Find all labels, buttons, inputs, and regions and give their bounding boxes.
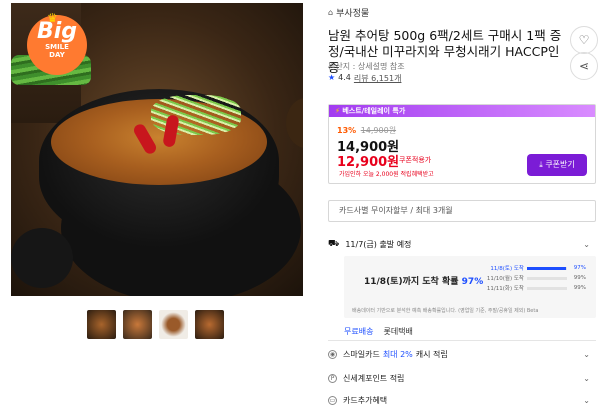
get-coupon-button[interactable]: ⤓ 쿠폰받기 [527,154,587,176]
price-box: ⚡ 베스트/테일레이 특가 13% 14,900원 14,900원 12,900… [328,104,596,184]
free-shipping[interactable]: 무료배송 [344,326,373,337]
shipping-eta-row[interactable]: ⛟ 11/7(금) 출발 예정 ⌄ [328,238,590,250]
benefit-label: 카드추가혜택 [343,395,388,405]
shipping-options: 무료배송 롯데택배 [344,326,413,337]
chevron-down-icon[interactable]: ⌄ [583,396,590,405]
discount-percent: 13% [337,126,357,135]
review-link[interactable]: 리뷰 6,151개 [354,73,402,84]
forecast-headline: 11/8(토)까지 도착 확률 97% [364,274,483,287]
benefit-suffix: 캐시 적립 [415,349,448,359]
shipping-eta: 11/7(금) 출발 예정 [345,239,412,249]
forecast-bar [527,276,567,280]
forecast-bar [527,286,567,290]
benefit-label: 신세계포인트 적립 [343,373,405,383]
product-main-image[interactable]: ♛ Big SMILE DAY [11,3,303,296]
chevron-down-icon[interactable]: ⌄ [583,374,590,383]
delivery-forecast: 11/8(토)까지 도착 확률 97% 11/8(토) 도착 97% 11/10… [344,256,596,318]
forecast-pct: 97% [573,265,586,271]
big-smile-day-badge: ♛ Big SMILE DAY [27,11,87,75]
forecast-pct: 99% [573,275,586,281]
forecast-date: 11/10(월) 도착 [486,276,524,282]
forecast-headline-pct: 97% [461,277,484,287]
side-dish [11,228,73,288]
best-deal-banner: ⚡ 베스트/테일레이 특가 [329,105,595,117]
forecast-bar [527,266,567,270]
forecast-headline-text: 11/8(토)까지 도착 확률 [364,277,459,287]
chevron-down-icon[interactable]: ⌄ [583,240,590,249]
forecast-pct: 99% [573,285,586,291]
discount-line: 13% 14,900원 [337,125,396,136]
coupon-price-label: 쿠폰적용가 [399,156,432,164]
card-installment-info[interactable]: 카드사별 무이자할부 / 최대 3개월 [328,200,596,222]
benefit-label: 스마일카드 [343,349,380,359]
benefit-highlight: 최대 2% [382,349,413,359]
forecast-bar-fill [527,266,566,270]
coupon-button-label: 쿠폰받기 [545,160,575,169]
crown-icon: ♛ [47,11,58,25]
original-price: 14,900원 [360,126,397,135]
share-button[interactable]: ⋖ [570,52,598,80]
card-icon: ◉ [328,349,337,359]
heart-icon: ♡ [578,33,590,47]
download-icon: ⤓ [539,160,543,169]
rating-score: 4.4 [338,73,351,82]
forecast-date: 11/8(토) 도착 [490,266,524,272]
card-icon: ▭ [328,395,337,405]
coupon-info: 가입인하 오늘 2,000원 적립혜택받고 [339,171,434,178]
thumbnail-1[interactable] [87,310,116,339]
store-icon: ⌂ [328,8,334,17]
best-deal-label: 베스트/테일레이 특가 [342,107,406,115]
forecast-bar-fill [527,286,567,290]
brand-name: 부사정물 [336,9,370,19]
brand-link[interactable]: ⌂ 부사정물 [328,6,369,19]
forecast-bar-fill [527,276,567,280]
forecast-row: 11/8(토) 도착 97% [482,264,592,272]
badge-line2: DAY [49,51,65,59]
bolt-icon: ⚡ [335,107,340,115]
wishlist-button[interactable]: ♡ [570,26,598,54]
share-icon: ⋖ [578,59,590,73]
rating-summary: ★ 4.4 리뷰 6,151개 [328,73,401,84]
thumbnail-4[interactable] [195,310,224,339]
benefit-shinsegae-point[interactable]: P 신세계포인트 적립 ⌄ [328,372,590,384]
forecast-note: 배송데이터 기반으로 분석한 예측 배송확률입니다. (영업일 기준, 주말/공… [352,308,539,314]
forecast-row: 11/11(화) 도착 99% [482,284,592,292]
forecast-row: 11/10(월) 도착 99% [482,274,592,282]
thumbnail-2[interactable] [123,310,152,339]
chevron-down-icon[interactable]: ⌄ [583,350,590,359]
benefit-card-extra[interactable]: ▭ 카드추가혜택 ⌄ [328,394,590,406]
truck-icon: ⛟ [328,238,340,249]
divider [328,340,596,341]
benefit-smile-card[interactable]: ◉ 스마일카드 최대 2% 캐시 적립 ⌄ [328,348,590,360]
thumbnail-strip [87,310,224,339]
side-dish [286,98,303,148]
thumbnail-3[interactable] [159,310,188,339]
carrier-name: 롯데택배 [383,327,413,336]
star-icon: ★ [328,73,336,82]
point-icon: P [328,373,337,383]
badge-line1: SMILE [45,43,69,51]
origin-info: 원산지 : 상세설명 참조 [328,62,405,71]
coupon-price: 12,900원 [337,155,400,170]
forecast-date: 11/11(화) 도착 [486,286,524,292]
